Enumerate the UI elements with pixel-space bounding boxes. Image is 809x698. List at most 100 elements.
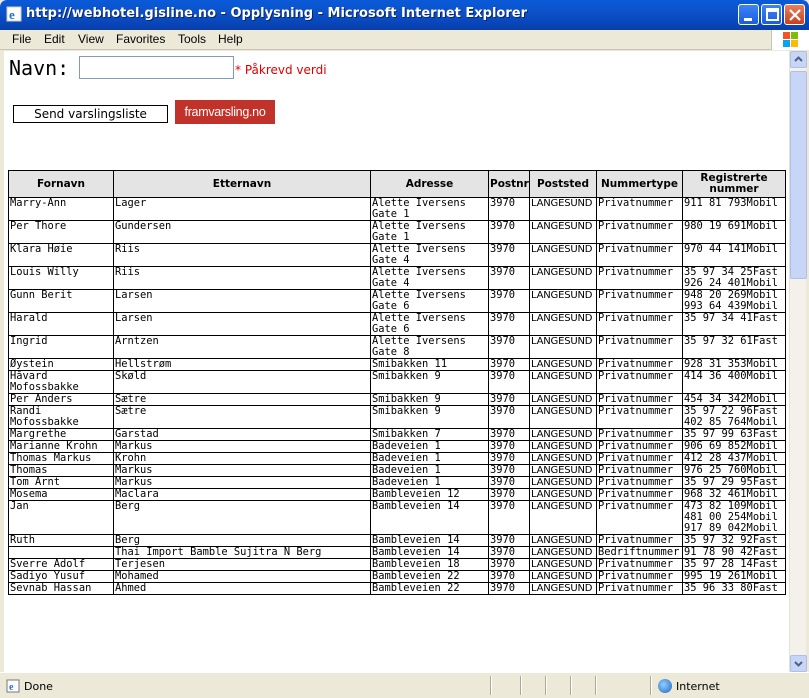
- header-registrerte-nummer[interactable]: Registrerte nummer: [682, 170, 786, 198]
- cell-postnr: 3970: [488, 393, 530, 406]
- cell-fornavn: Harald: [8, 312, 114, 336]
- cell-adresse: Bambleveien 22: [370, 570, 489, 583]
- cell-adresse: Bambleveien 18: [370, 558, 489, 571]
- cell-etternavn: Riis: [113, 243, 371, 267]
- cell-nummertype: Privatnummer: [596, 370, 683, 394]
- cell-poststed: LANGESUND: [529, 582, 597, 595]
- cell-poststed: LANGESUND: [529, 500, 597, 535]
- cell-etternavn: Lager: [113, 197, 371, 221]
- cell-adresse: Alette Iversens Gate 1: [370, 197, 489, 221]
- globe-icon: [658, 679, 672, 693]
- menu-tools[interactable]: Tools: [178, 32, 206, 46]
- status-divider: [545, 676, 547, 695]
- menu-view[interactable]: View: [78, 32, 104, 46]
- status-bar: e Done Internet: [0, 672, 809, 698]
- cell-fornavn: Margrethe: [8, 428, 114, 441]
- cell-registrerte-nummer: 928 31 353Mobil: [682, 358, 786, 371]
- cell-adresse: Alette Iversens Gate 4: [370, 243, 489, 267]
- status-divider: [490, 676, 492, 695]
- menu-help[interactable]: Help: [218, 32, 243, 46]
- scroll-thumb[interactable]: [790, 71, 807, 279]
- cell-adresse: Badeveien 1: [370, 452, 489, 465]
- name-input[interactable]: [79, 56, 234, 79]
- table-row: Ruth Berg Bambleveien 14 3970 LANGESUND Priva…: [8, 534, 786, 547]
- header-etternavn[interactable]: Etternavn: [113, 170, 371, 198]
- cell-etternavn: Maclara: [113, 488, 371, 501]
- window-title: http://webhotel.gisline.no - Opplysning …: [26, 6, 527, 21]
- title-bar: e http://webhotel.gisline.no - Opplysnin…: [0, 0, 809, 30]
- cell-registrerte-nummer: 35 97 29 95Fast: [682, 476, 786, 489]
- table-row: Thai Import Bamble Sujitra N Berg Bamblev…: [8, 546, 786, 559]
- cell-fornavn: Mosema: [8, 488, 114, 501]
- cell-postnr: 3970: [488, 335, 530, 359]
- cell-adresse: Bambleveien 22: [370, 582, 489, 595]
- security-zone: Internet: [676, 680, 720, 693]
- table-header-row: Fornavn Etternavn Adresse Postnr Postste…: [8, 170, 786, 198]
- maximize-button[interactable]: [761, 4, 782, 25]
- cell-registrerte-nummer: 968 32 461Mobil: [682, 488, 786, 501]
- table-row: Louis Willy Riis Alette Iversens Gate 4 397…: [8, 266, 786, 290]
- cell-poststed: LANGESUND: [529, 393, 597, 406]
- cell-etternavn: Sætre: [113, 405, 371, 429]
- resident-table: Fornavn Etternavn Adresse Postnr Postste…: [8, 170, 786, 595]
- cell-postnr: 3970: [488, 570, 530, 583]
- header-poststed[interactable]: Poststed: [529, 170, 597, 198]
- header-nummertype[interactable]: Nummertype: [596, 170, 683, 198]
- header-postnr[interactable]: Postnr: [488, 170, 530, 198]
- cell-postnr: 3970: [488, 266, 530, 290]
- cell-etternavn: Markus: [113, 476, 371, 489]
- close-button[interactable]: [784, 4, 805, 25]
- cell-postnr: 3970: [488, 452, 530, 465]
- cell-postnr: 3970: [488, 358, 530, 371]
- cell-etternavn: Terjesen: [113, 558, 371, 571]
- cell-nummertype: Privatnummer: [596, 289, 683, 313]
- cell-adresse: Smibakken 9: [370, 370, 489, 394]
- cell-registrerte-nummer: 35 97 99 63Fast: [682, 428, 786, 441]
- cell-registrerte-nummer: 35 97 34 41Fast: [682, 312, 786, 336]
- cell-etternavn: Garstad: [113, 428, 371, 441]
- cell-postnr: 3970: [488, 464, 530, 477]
- cell-poststed: LANGESUND: [529, 464, 597, 477]
- cell-adresse: Bambleveien 14: [370, 546, 489, 559]
- table-row: Harald Larsen Alette Iversens Gate 6 3970 LA…: [8, 312, 786, 336]
- scroll-up-button[interactable]: [790, 51, 807, 68]
- cell-nummertype: Privatnummer: [596, 582, 683, 595]
- cell-nummertype: Privatnummer: [596, 220, 683, 244]
- framvarsling-logo[interactable]: framvarsling.no: [175, 100, 275, 124]
- cell-fornavn: Marry-Ann: [8, 197, 114, 221]
- menu-file[interactable]: File: [12, 32, 31, 46]
- cell-poststed: LANGESUND: [529, 476, 597, 489]
- cell-fornavn: Klara Høie: [8, 243, 114, 267]
- cell-nummertype: Privatnummer: [596, 534, 683, 547]
- cell-poststed: LANGESUND: [529, 289, 597, 313]
- vertical-scrollbar[interactable]: [789, 51, 807, 672]
- cell-etternavn: Mohamed: [113, 570, 371, 583]
- cell-poststed: LANGESUND: [529, 558, 597, 571]
- cell-fornavn: Per Thore: [8, 220, 114, 244]
- table-row: Sverre Adolf Terjesen Bambleveien 18 3970 LA…: [8, 558, 786, 571]
- header-adresse[interactable]: Adresse: [370, 170, 489, 198]
- minimize-icon: [744, 18, 752, 21]
- table-row: Sadiyo Yusuf Mohamed Bambleveien 22 3970 LAN…: [8, 570, 786, 583]
- cell-postnr: 3970: [488, 546, 530, 559]
- cell-poststed: LANGESUND: [529, 546, 597, 559]
- minimize-button[interactable]: [738, 4, 759, 25]
- send-list-button[interactable]: Send varslingsliste: [13, 105, 168, 123]
- status-divider: [595, 676, 597, 695]
- cell-nummertype: Privatnummer: [596, 500, 683, 535]
- cell-registrerte-nummer: 35 96 33 80Fast: [682, 582, 786, 595]
- scroll-down-button[interactable]: [790, 655, 807, 672]
- menu-favorites[interactable]: Favorites: [116, 32, 165, 46]
- header-fornavn[interactable]: Fornavn: [8, 170, 114, 198]
- table-row: Per Anders Sætre Smibakken 9 3970 LANGESUND P…: [8, 393, 786, 406]
- cell-nummertype: Privatnummer: [596, 440, 683, 453]
- svg-text:e: e: [9, 7, 15, 22]
- cell-fornavn: Marianne Krohn: [8, 440, 114, 453]
- cell-fornavn: Per Anders: [8, 393, 114, 406]
- cell-nummertype: Bedriftnummer: [596, 546, 683, 559]
- cell-registrerte-nummer: 91 78 90 42Fast: [682, 546, 786, 559]
- cell-adresse: Alette Iversens Gate 4: [370, 266, 489, 290]
- table-row: Sevnab Hassan Ahmed Bambleveien 22 3970 LANG…: [8, 582, 786, 595]
- cell-nummertype: Privatnummer: [596, 488, 683, 501]
- menu-edit[interactable]: Edit: [44, 32, 65, 46]
